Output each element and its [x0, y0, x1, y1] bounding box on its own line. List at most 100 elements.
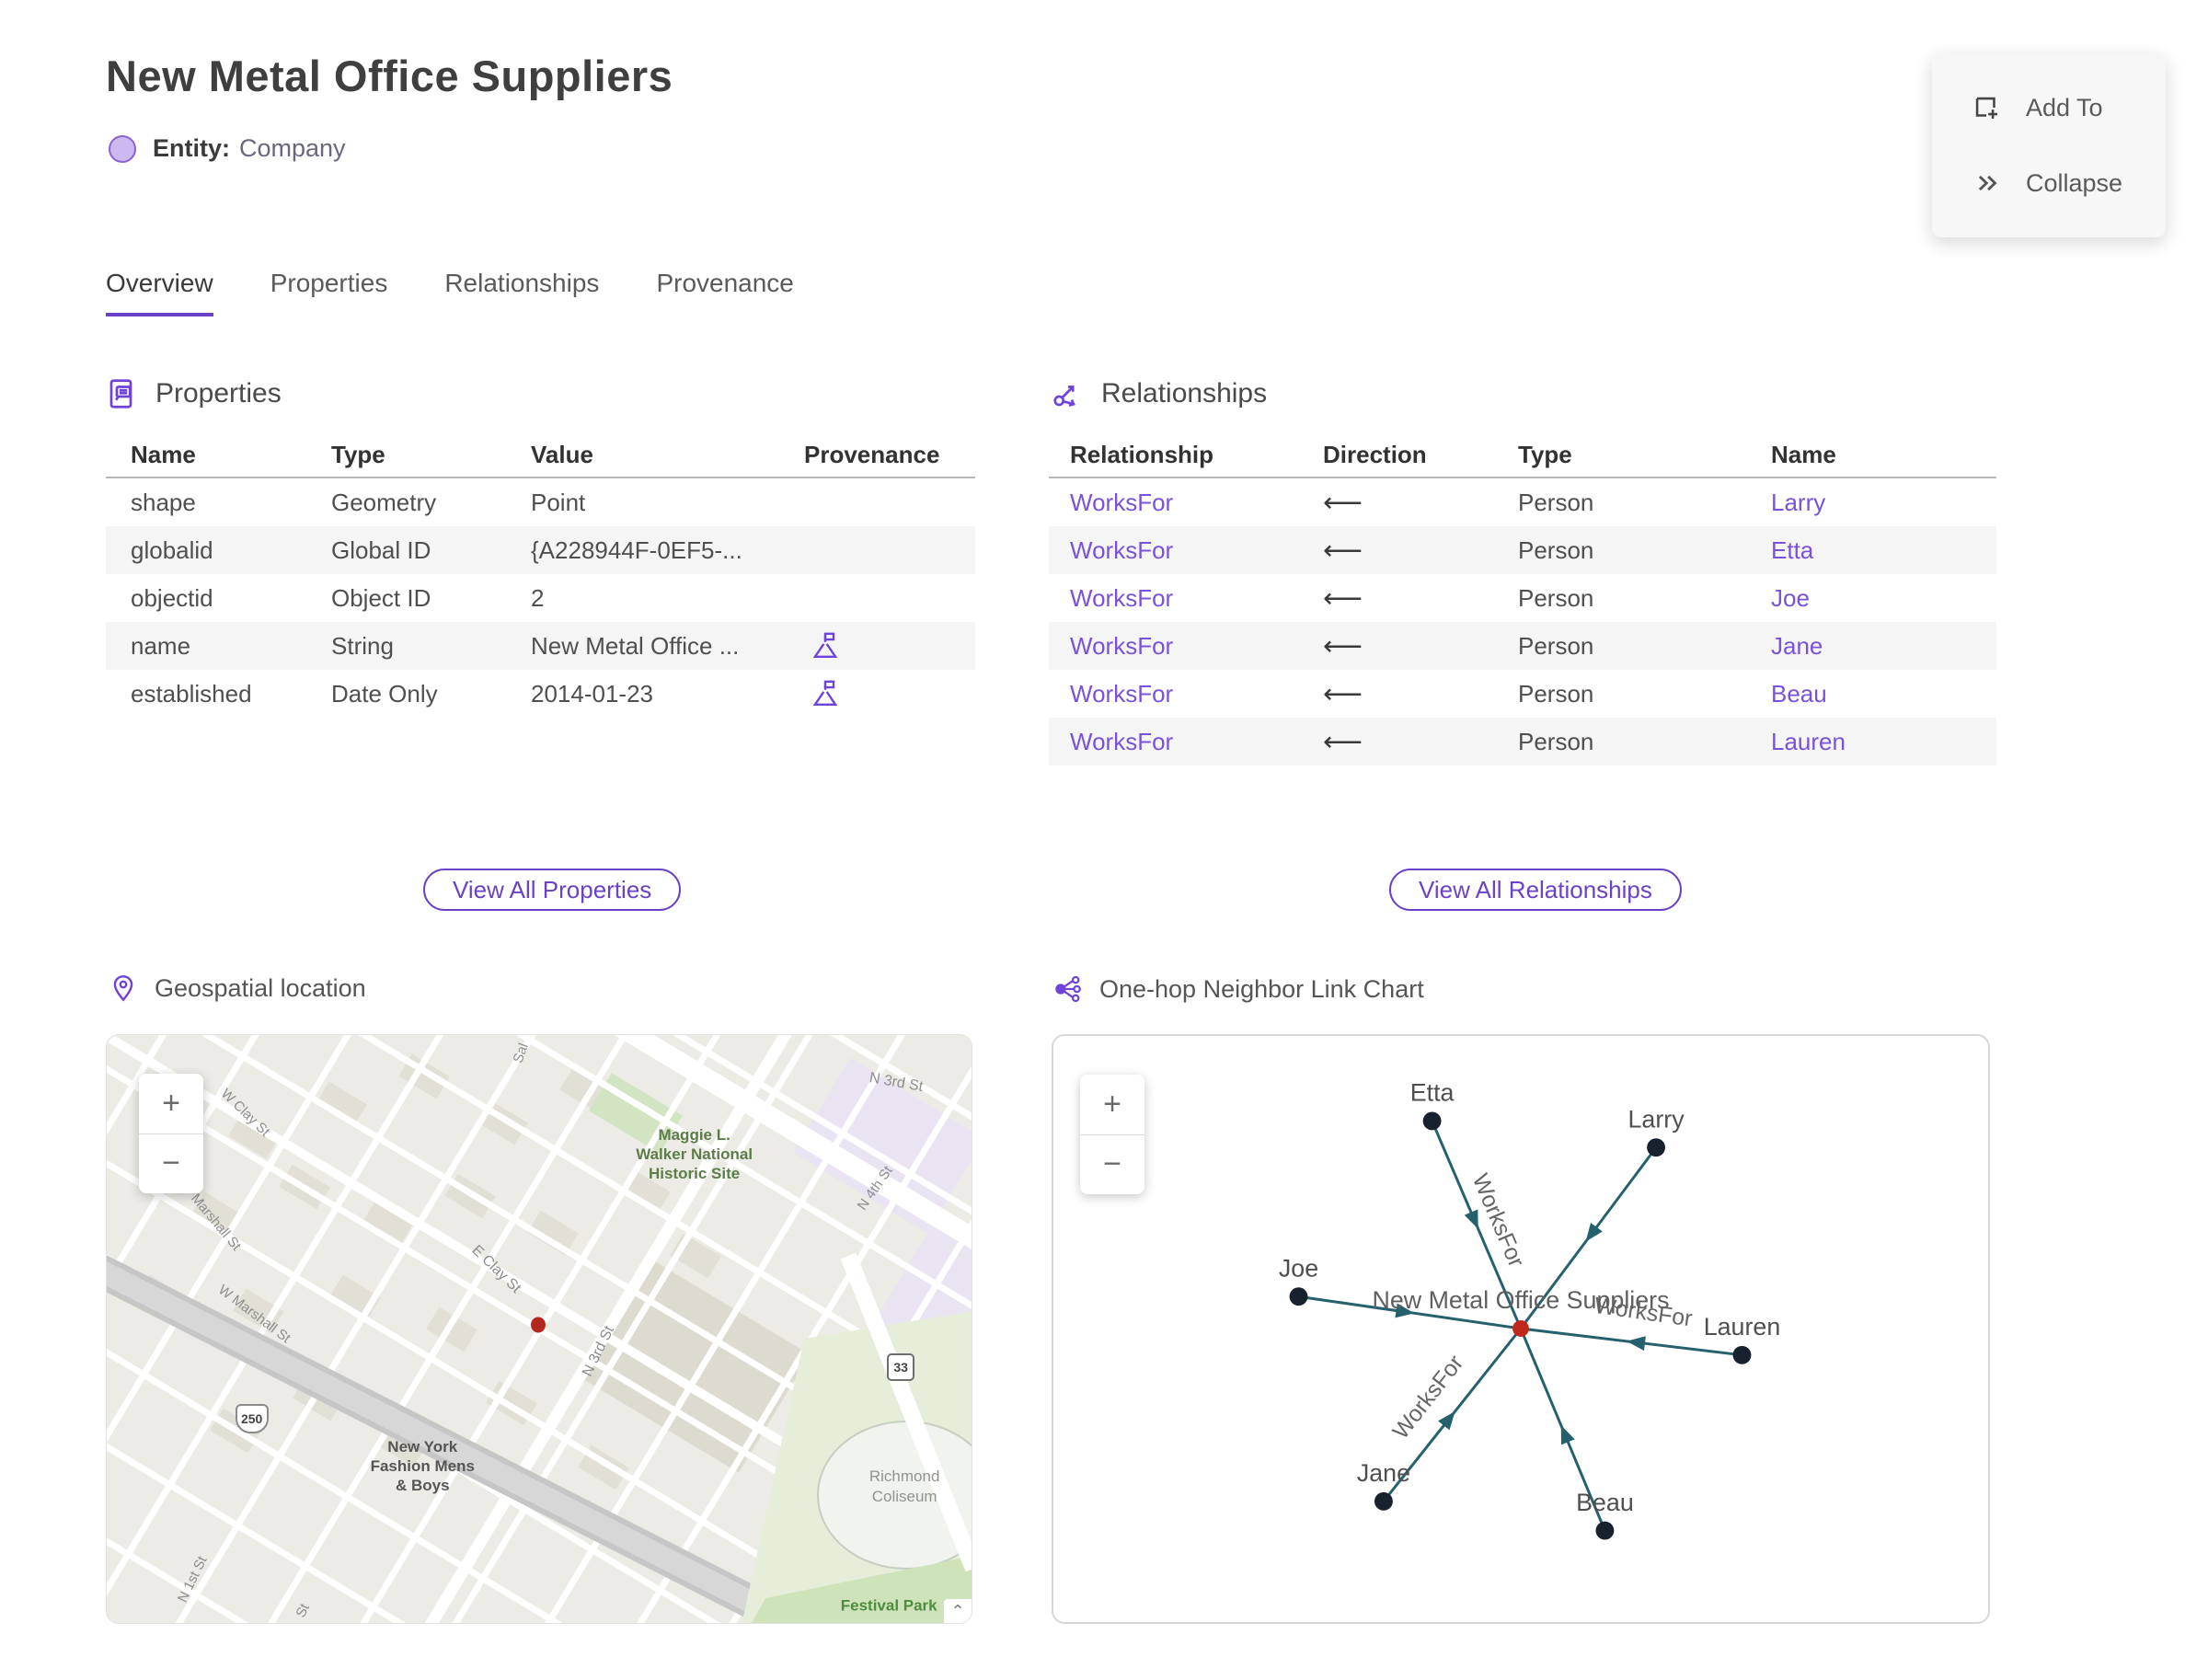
chart-zoom-out-button[interactable]: −	[1080, 1135, 1144, 1195]
chart-node-etta	[1422, 1111, 1442, 1131]
properties-icon	[109, 379, 132, 408]
chart-node-label: Etta	[1410, 1079, 1455, 1107]
relationship-cell-relationship[interactable]: WorksFor	[1049, 536, 1302, 565]
relationship-cell-type: Person	[1518, 679, 1594, 708]
relationships-table: Relationship Direction Type Name WorksFor ⟵ Pe…	[1049, 432, 1996, 765]
chart-edge-arrow	[1560, 1425, 1575, 1445]
column-header-relationship: Relationship	[1070, 440, 1214, 468]
chart-zoom-control: + −	[1080, 1075, 1144, 1194]
chart-node-label: Joe	[1279, 1254, 1318, 1282]
link-chart-panel[interactable]: WorksFor WorksFor WorksFor Etta Larry Joe Laur…	[1052, 1034, 1990, 1624]
relationship-row: WorksFor ⟵ Person Joe	[1049, 574, 1996, 622]
chart-zoom-in-button[interactable]: +	[1080, 1075, 1144, 1135]
relationship-cell-name[interactable]: Larry	[1750, 489, 1996, 517]
relationship-row: WorksFor ⟵ Person Etta	[1049, 526, 1996, 574]
relationship-cell-name[interactable]: Beau	[1750, 680, 1996, 708]
relationship-cell-type: Person	[1518, 535, 1594, 564]
chart-node-beau	[1595, 1521, 1615, 1540]
property-row: objectid Object ID 2	[106, 574, 975, 622]
property-cell-value: 2014-01-23	[531, 679, 653, 708]
property-cell-name: established	[131, 679, 252, 708]
chart-edge-arrow	[1438, 1410, 1455, 1431]
chart-edge-arrow	[1464, 1209, 1478, 1229]
chart-node-label: Beau	[1576, 1489, 1634, 1516]
map-attribution-toggle[interactable]: ⌃	[944, 1599, 972, 1623]
relationship-cell-name[interactable]: Etta	[1750, 536, 1996, 565]
relationship-cell-name[interactable]: Jane	[1750, 632, 1996, 661]
chart-node-lauren	[1732, 1345, 1752, 1364]
property-cell-value: {A228944F-0EF5-...	[531, 535, 742, 564]
map-zoom-out-button[interactable]: −	[139, 1134, 203, 1194]
tab-properties[interactable]: Properties	[270, 269, 388, 316]
chart-edge-arrow	[1585, 1222, 1603, 1242]
entity-type-value: Company	[239, 134, 346, 162]
map-panel[interactable]: + − ⌃ W Clay St Sal N 3rd St N 4th St Maggie…	[106, 1034, 972, 1624]
relationship-cell-name[interactable]: Lauren	[1750, 728, 1996, 756]
map-zoom-in-button[interactable]: +	[139, 1074, 203, 1134]
link-chart-canvas: WorksForWorksForWorksForEttaLarryJoeLaur…	[1279, 1079, 1780, 1540]
chart-node-joe	[1289, 1287, 1308, 1306]
relationship-cell-type: Person	[1518, 583, 1594, 612]
relationships-section-header: Relationships	[1052, 377, 1267, 410]
add-to-button[interactable]: Add To	[1932, 92, 2166, 123]
column-header-type: Type	[331, 440, 385, 468]
chart-edge-arrow	[1627, 1336, 1646, 1352]
relationship-row: WorksFor ⟵ Person Larry	[1049, 478, 1996, 526]
chart-node-larry	[1647, 1138, 1666, 1157]
chart-center-node	[1512, 1320, 1529, 1337]
relationship-cell-relationship[interactable]: WorksFor	[1049, 489, 1302, 517]
tab-provenance[interactable]: Provenance	[656, 269, 793, 316]
relationship-cell-direction: ⟵	[1323, 726, 1363, 757]
provenance-flag-icon	[812, 680, 838, 706]
property-cell-name: objectid	[131, 583, 213, 612]
actions-card: Add To Collapse	[1932, 53, 2166, 237]
collapse-button[interactable]: Collapse	[1932, 167, 2166, 199]
property-table-header: Name Type Value Provenance	[106, 432, 975, 478]
properties-section-header: Properties	[106, 377, 282, 410]
relationship-cell-relationship[interactable]: WorksFor	[1049, 728, 1302, 756]
property-row: established Date Only 2014-01-23	[106, 670, 975, 718]
relationship-cell-direction: ⟵	[1323, 487, 1363, 518]
view-all-properties-button[interactable]: View All Properties	[423, 869, 682, 911]
column-header-value: Value	[531, 440, 593, 468]
chart-center-label: New Metal Office Suppliers	[1372, 1286, 1669, 1314]
property-cell-type: Geometry	[331, 488, 437, 516]
property-row: globalid Global ID {A228944F-0EF5-...	[106, 526, 975, 574]
relationship-cell-relationship[interactable]: WorksFor	[1049, 632, 1302, 661]
relationship-cell-type: Person	[1518, 631, 1594, 660]
chart-node-jane	[1374, 1491, 1393, 1511]
linkchart-section-header: One-hop Neighbor Link Chart	[1052, 973, 1424, 1005]
entity-type-dot	[109, 134, 136, 163]
relationship-cell-name[interactable]: Joe	[1750, 584, 1996, 613]
properties-table: Name Type Value Provenance shape Geometry Poin…	[106, 432, 975, 718]
chart-node-label: Larry	[1628, 1105, 1685, 1133]
relationship-row: WorksFor ⟵ Person Lauren	[1049, 718, 1996, 765]
add-to-icon	[1975, 97, 1998, 120]
property-cell-type: String	[331, 631, 394, 660]
route-shield-250: 250	[235, 1403, 269, 1433]
relationship-cell-direction: ⟵	[1323, 630, 1363, 662]
relationship-cell-relationship[interactable]: WorksFor	[1049, 584, 1302, 613]
property-cell-value: Point	[531, 488, 586, 516]
chevrons-right-icon	[1978, 175, 1997, 191]
tab-overview[interactable]: Overview	[106, 269, 213, 316]
property-cell-type: Date Only	[331, 679, 438, 708]
relationship-cell-relationship[interactable]: WorksFor	[1049, 680, 1302, 708]
entity-label: Entity:	[153, 134, 230, 162]
tab-relationships[interactable]: Relationships	[444, 269, 599, 316]
relationship-row: WorksFor ⟵ Person Beau	[1049, 670, 1996, 718]
relationships-section-title: Relationships	[1101, 378, 1268, 408]
property-row: shape Geometry Point	[106, 478, 975, 526]
tab-bar: Overview Properties Relationships Provenanc…	[106, 269, 794, 316]
entity-row: Entity: Company	[109, 134, 346, 163]
map-zoom-control: + −	[139, 1074, 203, 1193]
view-all-relationships-button[interactable]: View All Relationships	[1389, 869, 1682, 911]
map-pin-icon	[113, 975, 133, 1002]
property-row: name String New Metal Office ...	[106, 622, 975, 670]
property-cell-name: shape	[131, 488, 196, 516]
property-cell-provenance	[779, 629, 975, 662]
relationship-cell-direction: ⟵	[1323, 582, 1363, 614]
collapse-label: Collapse	[2026, 168, 2123, 197]
relationships-icon	[1053, 385, 1075, 408]
property-cell-type: Object ID	[331, 583, 431, 612]
